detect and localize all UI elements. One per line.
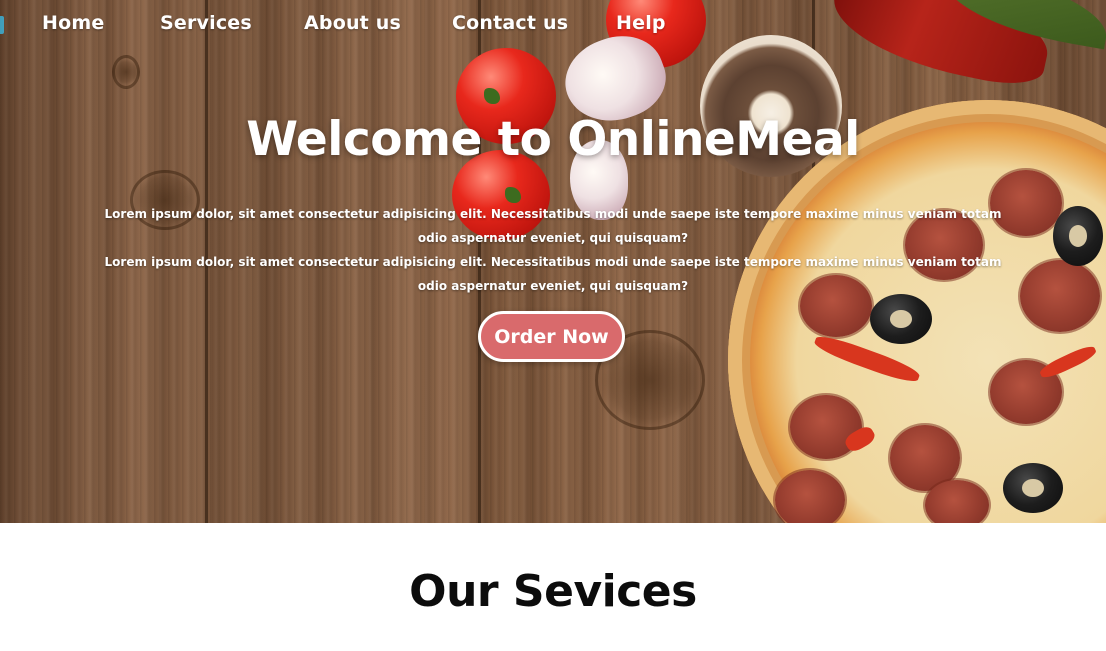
olive-slice [870,294,932,344]
pepperoni-slice [775,470,845,523]
nav-link-services[interactable]: Services [160,12,252,34]
services-section-title: Our Sevices [409,566,697,617]
nav-link-about-us[interactable]: About us [304,12,401,34]
hero-description: Lorem ipsum dolor, sit amet consectetur … [100,202,1006,298]
hero-paragraph-1: Lorem ipsum dolor, sit amet consectetur … [104,207,1002,245]
pepperoni-slice [1020,260,1100,332]
olive-slice [1003,463,1063,513]
nav-link-home[interactable]: Home [42,12,104,34]
hero-section: Home Services About us Contact us Help W… [0,0,1106,523]
hero-paragraph-2: Lorem ipsum dolor, sit amet consectetur … [104,255,1002,293]
order-now-button[interactable]: Order Now [478,311,625,362]
nav-link-contact-us[interactable]: Contact us [452,12,568,34]
nav-edge-marker [0,16,4,34]
hero-title: Welcome to OnlineMeal [246,112,860,167]
pepperoni-slice [925,480,989,523]
nav-link-help[interactable]: Help [616,12,666,34]
top-navigation: Home Services About us Contact us Help [0,0,1106,52]
olive-slice [1053,206,1103,266]
wood-knot [112,55,140,89]
